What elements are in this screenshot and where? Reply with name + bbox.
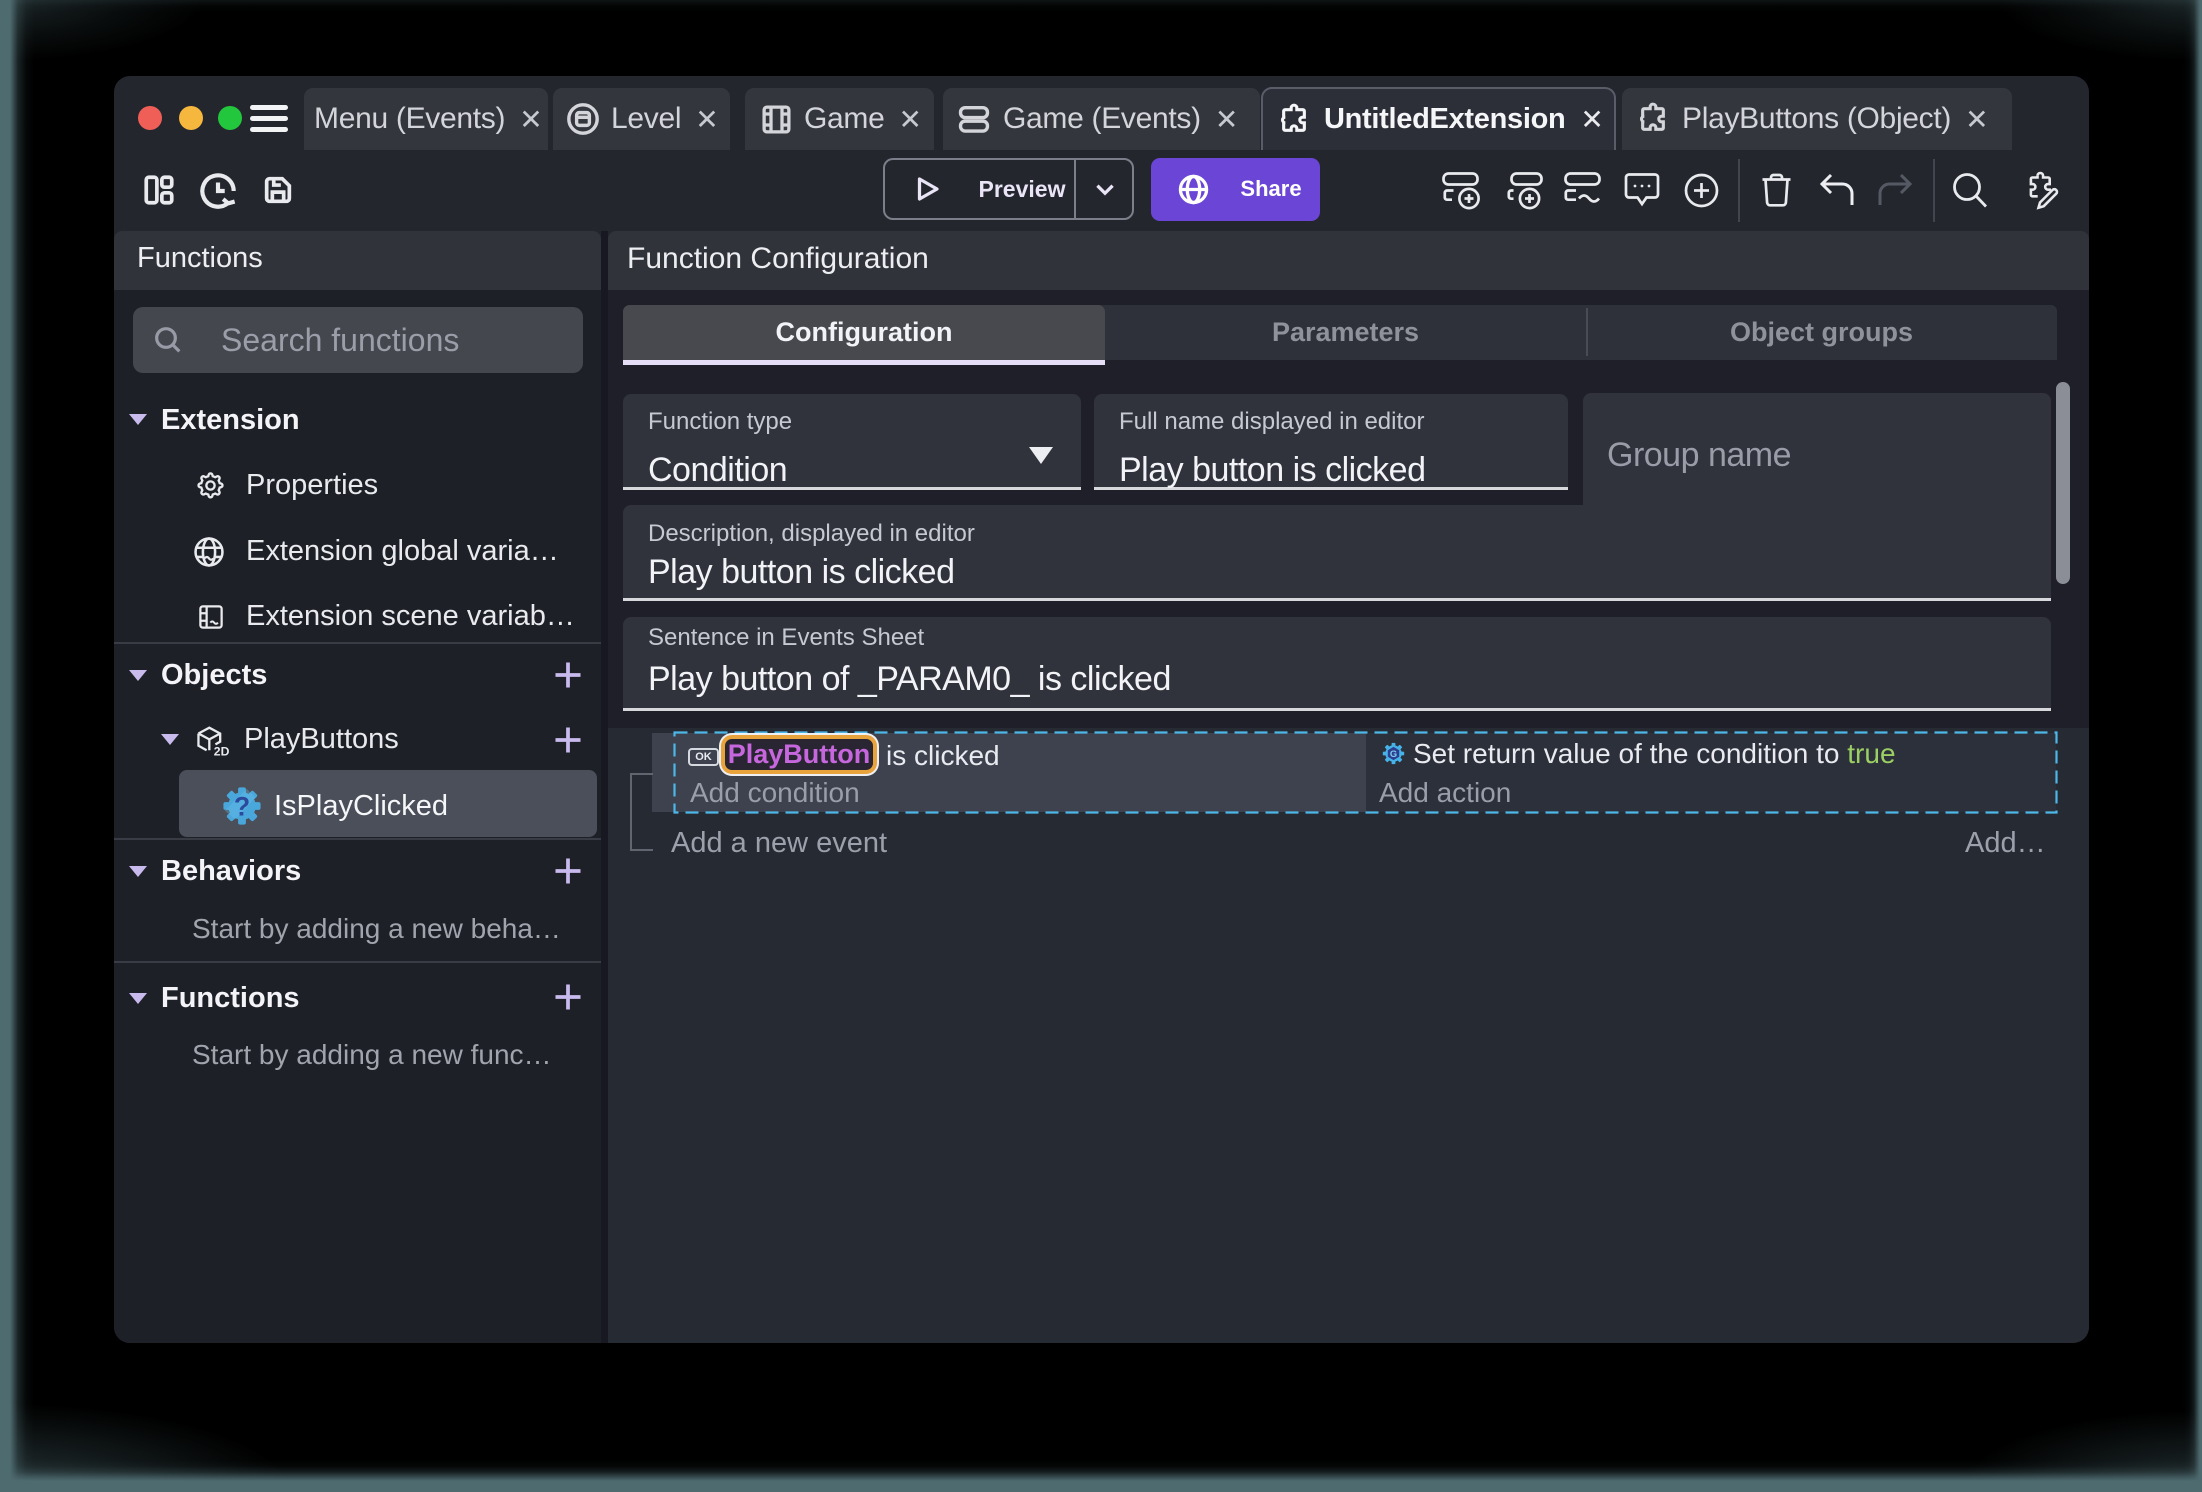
svg-text:2D: 2D (214, 744, 229, 758)
svg-text:?: ? (234, 792, 250, 822)
svg-text:G: G (1390, 749, 1397, 759)
